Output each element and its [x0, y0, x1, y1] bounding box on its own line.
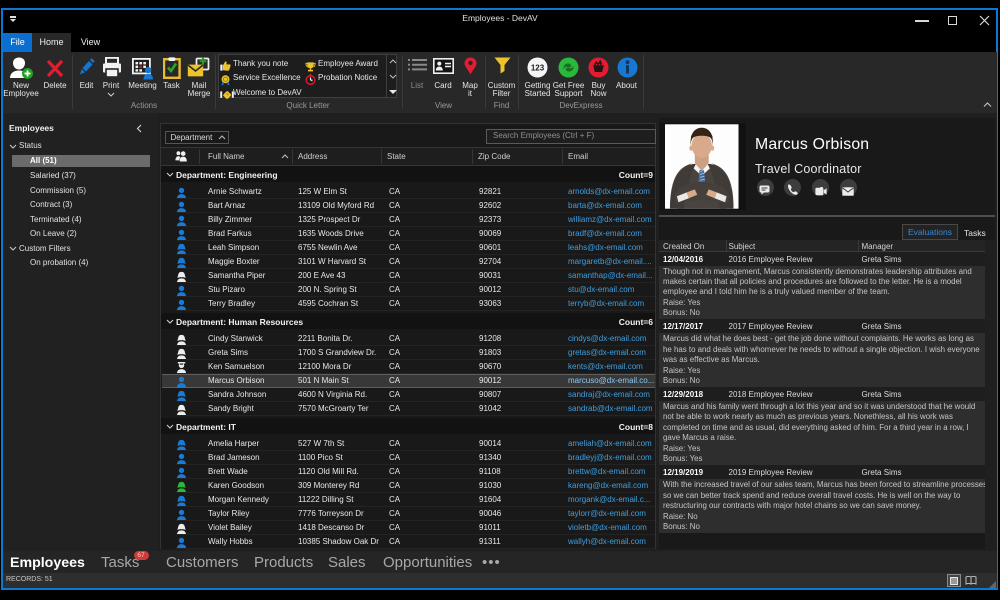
- svg-text:123: 123: [531, 64, 545, 73]
